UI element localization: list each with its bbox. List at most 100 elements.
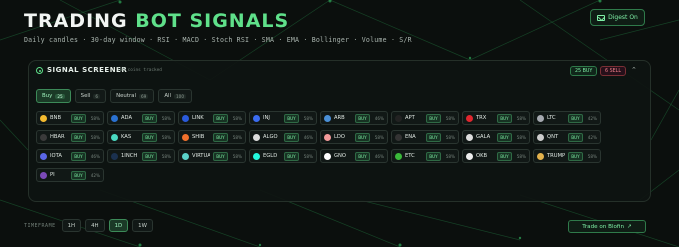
signal-confidence: 58% — [232, 115, 242, 121]
ada-coin-icon — [111, 114, 118, 122]
coin-symbol: IOTA — [50, 153, 62, 159]
coin-card-egld[interactable]: EGLD BUY 58% — [249, 149, 317, 163]
ena-coin-icon — [395, 133, 402, 141]
coin-card-gala[interactable]: GALA BUY 58% — [462, 130, 530, 144]
hbar-coin-icon — [40, 133, 47, 141]
timeframe-1w[interactable]: 1W — [132, 219, 153, 232]
signal-badge: BUY — [355, 151, 370, 161]
egld-coin-icon — [253, 152, 260, 160]
filter-neutral[interactable]: Neutral 69 — [110, 89, 155, 103]
signal-badge: BUY — [284, 132, 299, 142]
coin-card-algo[interactable]: ALGO BUY 46% — [249, 130, 317, 144]
pi-coin-icon — [40, 171, 47, 179]
signal-badge: BUY — [71, 132, 86, 142]
coin-card-bnb[interactable]: BNB BUY 58% — [36, 111, 104, 125]
coin-card-1inch[interactable]: 1INCH BUY 58% — [107, 149, 175, 163]
coin-card-hbar[interactable]: HBAR BUY 58% — [36, 130, 104, 144]
timeframe-selector: TIMEFRAME 1H 4H 1D 1W — [24, 219, 153, 232]
coin-card-etc[interactable]: ETC BUY 58% — [391, 149, 459, 163]
ltc-coin-icon — [537, 114, 544, 122]
coin-symbol: VIRTUAL — [192, 153, 211, 159]
signal-badge: BUY — [568, 151, 583, 161]
title-accent: BOT SIGNALS — [135, 10, 290, 32]
signal-confidence: 58% — [516, 134, 526, 140]
signal-badge: BUY — [497, 151, 512, 161]
filter-buy[interactable]: Buy 25 — [36, 89, 71, 103]
signal-badge: BUY — [355, 113, 370, 123]
coin-symbol: LDO — [334, 134, 345, 140]
filter-all[interactable]: All 100 — [158, 89, 192, 103]
signal-badge: BUY — [426, 113, 441, 123]
screener-header[interactable]: SIGNAL SCREENER 100 coins tracked 25 BUY… — [29, 61, 650, 81]
coin-symbol: EGLD — [263, 153, 278, 159]
coin-symbol: OKB — [476, 153, 488, 159]
coin-card-trump[interactable]: TRUMP BUY 58% — [533, 149, 601, 163]
virtual-coin-icon — [182, 152, 189, 160]
digest-toggle-button[interactable]: Digest On — [590, 9, 645, 26]
coin-card-shib[interactable]: SHIB BUY 58% — [178, 130, 246, 144]
coin-card-ada[interactable]: ADA BUY 58% — [107, 111, 175, 125]
etc-coin-icon — [395, 152, 402, 160]
mail-icon — [597, 14, 606, 21]
inj-coin-icon — [253, 114, 260, 122]
timeframe-1d[interactable]: 1D — [108, 219, 129, 232]
signal-badge: BUY — [213, 113, 228, 123]
buy-count-badge: 25 BUY — [570, 66, 598, 76]
coin-card-kas[interactable]: KAS BUY 58% — [107, 130, 175, 144]
filter-sell[interactable]: Sell 6 — [74, 89, 107, 103]
coin-symbol: TRUMP — [547, 153, 566, 159]
coin-card-trx[interactable]: TRX BUY 58% — [462, 111, 530, 125]
coin-card-ena[interactable]: ENA BUY 58% — [391, 130, 459, 144]
signal-confidence: 46% — [90, 153, 100, 159]
coin-symbol: GALA — [476, 134, 491, 140]
filter-count: 69 — [138, 93, 149, 99]
apt-coin-icon — [395, 114, 402, 122]
kas-coin-icon — [111, 133, 118, 141]
timeframe-1h[interactable]: 1H — [61, 219, 82, 232]
ldo-coin-icon — [324, 133, 331, 141]
coin-symbol: APT — [405, 115, 415, 121]
coin-card-apt[interactable]: APT BUY 58% — [391, 111, 459, 125]
coin-card-link[interactable]: LINK BUY 58% — [178, 111, 246, 125]
signal-badge: BUY — [568, 113, 583, 123]
timeframe-4h[interactable]: 4H — [85, 219, 105, 232]
algo-coin-icon — [253, 133, 260, 141]
coin-card-ltc[interactable]: LTC BUY 42% — [533, 111, 601, 125]
signal-confidence: 58% — [232, 153, 242, 159]
coin-symbol: SHIB — [192, 134, 205, 140]
signal-confidence: 58% — [303, 153, 313, 159]
signal-confidence: 58% — [90, 115, 100, 121]
signal-confidence: 58% — [516, 115, 526, 121]
signal-badge: BUY — [355, 132, 370, 142]
coin-card-virtual[interactable]: VIRTUALBUY 58% — [178, 149, 246, 163]
signal-confidence: 58% — [516, 153, 526, 159]
coin-symbol: LINK — [192, 115, 204, 121]
filter-label: Buy — [42, 93, 53, 99]
signal-confidence: 46% — [374, 153, 384, 159]
signal-confidence: 58% — [445, 153, 455, 159]
coin-card-iota[interactable]: IOTA BUY 46% — [36, 149, 104, 163]
signal-badge: BUY — [568, 132, 583, 142]
signal-badge: BUY — [142, 151, 157, 161]
signal-confidence: 58% — [161, 134, 171, 140]
coin-card-arb[interactable]: ARB BUY 46% — [320, 111, 388, 125]
coin-card-okb[interactable]: OKB BUY 58% — [462, 149, 530, 163]
coin-card-qnt[interactable]: QNT BUY 42% — [533, 130, 601, 144]
signal-confidence: 58% — [303, 115, 313, 121]
coin-symbol: 1INCH — [121, 153, 138, 159]
chevron-up-icon[interactable]: ⌃ — [631, 67, 638, 74]
coin-card-ldo[interactable]: LDO BUY 58% — [320, 130, 388, 144]
coin-card-gno[interactable]: GNO BUY 46% — [320, 149, 388, 163]
coin-symbol: ADA — [121, 115, 133, 121]
coin-symbol: LTC — [547, 115, 556, 121]
signal-confidence: 58% — [161, 115, 171, 121]
signal-badge: BUY — [213, 151, 228, 161]
signal-badge: BUY — [142, 132, 157, 142]
tracked-count: 100 coins tracked — [117, 68, 162, 73]
coin-card-inj[interactable]: INJ BUY 58% — [249, 111, 317, 125]
coin-card-pi[interactable]: PI BUY 42% — [36, 168, 104, 182]
filter-label: Sell — [80, 93, 91, 99]
coin-symbol: HBAR — [50, 134, 65, 140]
trade-on-blofin-button[interactable]: Trade on Blofin ↗ — [568, 220, 646, 233]
signal-screener-panel: SIGNAL SCREENER 100 coins tracked 25 BUY… — [28, 60, 651, 202]
